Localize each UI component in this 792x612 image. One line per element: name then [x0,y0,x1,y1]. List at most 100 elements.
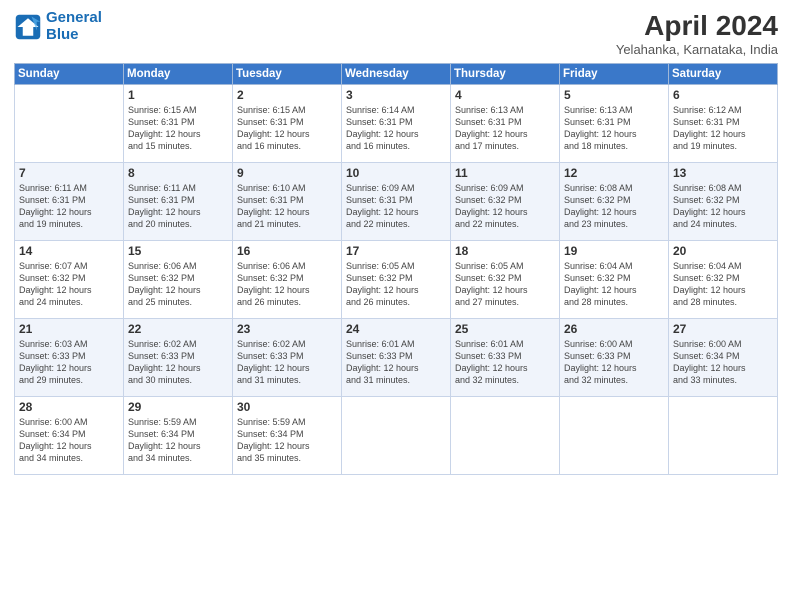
header-tuesday: Tuesday [233,64,342,85]
week-row-2: 7 Sunrise: 6:11 AM Sunset: 6:31 PM Daylig… [15,163,778,241]
day-number: 18 [455,244,555,258]
logo-line1: General [46,9,102,26]
day-number: 29 [128,400,228,414]
calendar-cell: 1Sunrise: 6:15 AM Sunset: 6:31 PM Daylig… [124,85,233,163]
logo-line2: Blue [46,26,79,43]
day-number: 13 [673,166,773,180]
day-number: 17 [346,244,446,258]
day-number: 22 [128,322,228,336]
day-number: 30 [237,400,337,414]
header-friday: Friday [560,64,669,85]
header: General Blue April 2024 Yelahanka, Karna… [14,10,778,57]
day-info: Sunrise: 6:07 AM Sunset: 6:32 PM Dayligh… [19,260,119,309]
calendar-cell: 7 Sunrise: 6:11 AM Sunset: 6:31 PM Daylig… [15,163,124,241]
day-number: 12 [564,166,664,180]
day-number: 4 [455,88,555,102]
week-row-3: 14 Sunrise: 6:07 AM Sunset: 6:32 PM Dayli… [15,241,778,319]
calendar-cell: 24 Sunrise: 6:01 AM Sunset: 6:33 PM Dayli… [342,319,451,397]
day-number: 2 [237,88,337,102]
day-info: Sunrise: 5:59 AM Sunset: 6:34 PM Dayligh… [237,416,337,465]
day-info: Sunrise: 5:59 AM Sunset: 6:34 PM Dayligh… [128,416,228,465]
calendar-cell: 8 Sunrise: 6:11 AM Sunset: 6:31 PM Daylig… [124,163,233,241]
day-info: Sunrise: 6:13 AM Sunset: 6:31 PM Dayligh… [455,104,555,153]
calendar-table: SundayMondayTuesdayWednesdayThursdayFrid… [14,63,778,475]
calendar-cell: 14 Sunrise: 6:07 AM Sunset: 6:32 PM Dayli… [15,241,124,319]
calendar-cell: 13 Sunrise: 6:08 AM Sunset: 6:32 PM Dayli… [669,163,778,241]
day-number: 15 [128,244,228,258]
day-info: Sunrise: 6:13 AM Sunset: 6:31 PM Dayligh… [564,104,664,153]
day-number: 24 [346,322,446,336]
day-number: 28 [19,400,119,414]
calendar-cell: 16Sunrise: 6:06 AM Sunset: 6:32 PM Dayli… [233,241,342,319]
title-block: April 2024 Yelahanka, Karnataka, India [616,10,778,57]
calendar-cell: 15 Sunrise: 6:06 AM Sunset: 6:32 PM Dayli… [124,241,233,319]
day-number: 6 [673,88,773,102]
day-info: Sunrise: 6:05 AM Sunset: 6:32 PM Dayligh… [346,260,446,309]
day-number: 8 [128,166,228,180]
location: Yelahanka, Karnataka, India [616,42,778,57]
day-info: Sunrise: 6:10 AM Sunset: 6:31 PM Dayligh… [237,182,337,231]
day-number: 10 [346,166,446,180]
calendar-cell: 5Sunrise: 6:13 AM Sunset: 6:31 PM Daylig… [560,85,669,163]
calendar-cell: 12 Sunrise: 6:08 AM Sunset: 6:32 PM Dayli… [560,163,669,241]
header-saturday: Saturday [669,64,778,85]
day-info: Sunrise: 6:00 AM Sunset: 6:34 PM Dayligh… [673,338,773,387]
calendar-cell [451,397,560,475]
calendar-cell: 10 Sunrise: 6:09 AM Sunset: 6:31 PM Dayli… [342,163,451,241]
day-info: Sunrise: 6:04 AM Sunset: 6:32 PM Dayligh… [564,260,664,309]
calendar-cell: 11Sunrise: 6:09 AM Sunset: 6:32 PM Dayli… [451,163,560,241]
day-number: 20 [673,244,773,258]
header-row: SundayMondayTuesdayWednesdayThursdayFrid… [15,64,778,85]
day-info: Sunrise: 6:15 AM Sunset: 6:31 PM Dayligh… [237,104,337,153]
calendar-cell: 2 Sunrise: 6:15 AM Sunset: 6:31 PM Daylig… [233,85,342,163]
header-monday: Monday [124,64,233,85]
calendar-cell: 3Sunrise: 6:14 AM Sunset: 6:31 PM Daylig… [342,85,451,163]
day-info: Sunrise: 6:01 AM Sunset: 6:33 PM Dayligh… [455,338,555,387]
day-info: Sunrise: 6:11 AM Sunset: 6:31 PM Dayligh… [128,182,228,231]
week-row-1: 1Sunrise: 6:15 AM Sunset: 6:31 PM Daylig… [15,85,778,163]
calendar-cell: 28Sunrise: 6:00 AM Sunset: 6:34 PM Dayli… [15,397,124,475]
day-number: 27 [673,322,773,336]
day-number: 23 [237,322,337,336]
day-number: 16 [237,244,337,258]
logo-text: General Blue [46,10,102,43]
header-sunday: Sunday [15,64,124,85]
day-info: Sunrise: 6:08 AM Sunset: 6:32 PM Dayligh… [564,182,664,231]
generalblue-logo-icon [14,13,42,41]
day-info: Sunrise: 6:04 AM Sunset: 6:32 PM Dayligh… [673,260,773,309]
day-info: Sunrise: 6:12 AM Sunset: 6:31 PM Dayligh… [673,104,773,153]
day-info: Sunrise: 6:06 AM Sunset: 6:32 PM Dayligh… [128,260,228,309]
day-info: Sunrise: 6:05 AM Sunset: 6:32 PM Dayligh… [455,260,555,309]
calendar-cell [669,397,778,475]
calendar-cell: 4 Sunrise: 6:13 AM Sunset: 6:31 PM Daylig… [451,85,560,163]
month-title: April 2024 [616,10,778,42]
day-info: Sunrise: 6:00 AM Sunset: 6:33 PM Dayligh… [564,338,664,387]
day-info: Sunrise: 6:03 AM Sunset: 6:33 PM Dayligh… [19,338,119,387]
day-info: Sunrise: 6:02 AM Sunset: 6:33 PM Dayligh… [128,338,228,387]
header-thursday: Thursday [451,64,560,85]
calendar-cell [560,397,669,475]
calendar-cell [15,85,124,163]
day-info: Sunrise: 6:08 AM Sunset: 6:32 PM Dayligh… [673,182,773,231]
day-info: Sunrise: 6:09 AM Sunset: 6:31 PM Dayligh… [346,182,446,231]
day-info: Sunrise: 6:02 AM Sunset: 6:33 PM Dayligh… [237,338,337,387]
logo: General Blue [14,10,102,43]
calendar-cell: 26 Sunrise: 6:00 AM Sunset: 6:33 PM Dayli… [560,319,669,397]
day-number: 21 [19,322,119,336]
calendar-cell: 22 Sunrise: 6:02 AM Sunset: 6:33 PM Dayli… [124,319,233,397]
calendar-cell: 18 Sunrise: 6:05 AM Sunset: 6:32 PM Dayli… [451,241,560,319]
day-number: 14 [19,244,119,258]
calendar-cell: 23 Sunrise: 6:02 AM Sunset: 6:33 PM Dayli… [233,319,342,397]
day-number: 9 [237,166,337,180]
day-info: Sunrise: 6:11 AM Sunset: 6:31 PM Dayligh… [19,182,119,231]
calendar-cell: 27 Sunrise: 6:00 AM Sunset: 6:34 PM Dayli… [669,319,778,397]
calendar-cell: 19 Sunrise: 6:04 AM Sunset: 6:32 PM Dayli… [560,241,669,319]
day-info: Sunrise: 6:01 AM Sunset: 6:33 PM Dayligh… [346,338,446,387]
day-number: 26 [564,322,664,336]
day-number: 7 [19,166,119,180]
day-number: 19 [564,244,664,258]
calendar-cell: 9 Sunrise: 6:10 AM Sunset: 6:31 PM Daylig… [233,163,342,241]
week-row-5: 28Sunrise: 6:00 AM Sunset: 6:34 PM Dayli… [15,397,778,475]
day-info: Sunrise: 6:09 AM Sunset: 6:32 PM Dayligh… [455,182,555,231]
day-number: 3 [346,88,446,102]
